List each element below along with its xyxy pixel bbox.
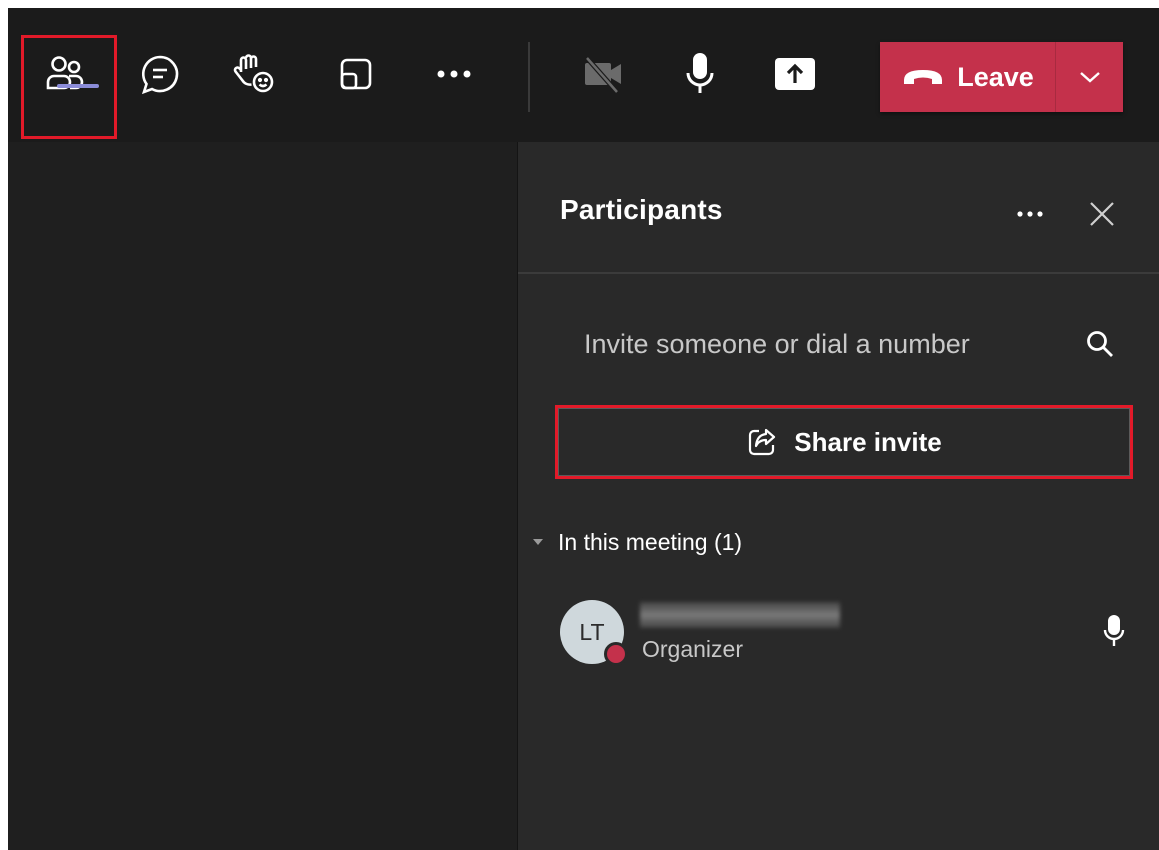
- presence-status-busy-icon: [604, 642, 628, 666]
- phone-hangup-icon: [904, 70, 943, 84]
- breakout-rooms-icon: [340, 58, 372, 90]
- camera-off-icon: [585, 56, 621, 94]
- search-icon[interactable]: [1082, 326, 1118, 362]
- invite-search-input[interactable]: [562, 314, 1062, 374]
- chevron-down-icon: [1079, 72, 1100, 83]
- panel-title: Participants: [560, 194, 723, 225]
- participant-name-redacted: [640, 602, 840, 628]
- section-label: In this meeting (1): [558, 528, 743, 555]
- raise-hand-icon: [233, 54, 274, 93]
- participant-row[interactable]: LT Organizer: [548, 592, 1138, 672]
- panel-more-options-button[interactable]: [1008, 194, 1052, 234]
- more-icon: [1017, 211, 1043, 217]
- participants-panel-header: Participants: [518, 142, 1159, 274]
- leave-button-group: Leave: [880, 42, 1123, 112]
- share-content-button[interactable]: [763, 38, 827, 110]
- more-actions-button[interactable]: [422, 38, 486, 110]
- chat-button[interactable]: [128, 38, 192, 110]
- microphone-toggle-button[interactable]: [668, 38, 732, 110]
- toolbar-divider: [528, 42, 530, 112]
- share-invite-highlight-box: [555, 405, 1133, 479]
- teams-meeting-window: Leave Participants Invite someone or dia…: [8, 8, 1159, 850]
- chat-icon: [141, 55, 179, 95]
- caret-down-icon: [533, 539, 543, 545]
- breakout-rooms-button[interactable]: [324, 38, 388, 110]
- people-highlight-box: [21, 35, 117, 139]
- camera-toggle-button[interactable]: [571, 38, 635, 110]
- participant-role: Organizer: [642, 636, 743, 662]
- meeting-stage: [8, 142, 517, 850]
- share-tray-icon: [775, 58, 815, 90]
- leave-button[interactable]: Leave: [880, 42, 1056, 112]
- close-panel-button[interactable]: [1080, 192, 1124, 236]
- mic-icon: [1103, 615, 1125, 646]
- close-icon: [1090, 202, 1114, 226]
- more-icon: [437, 70, 471, 78]
- in-meeting-section-toggle[interactable]: In this meeting (1): [532, 524, 742, 560]
- participants-panel: Participants Invite someone or dial a nu…: [517, 142, 1159, 850]
- invite-row: [562, 314, 1122, 374]
- participant-mic-button[interactable]: [1096, 610, 1132, 652]
- reactions-button[interactable]: [223, 38, 287, 110]
- meeting-toolbar: Leave: [8, 8, 1159, 142]
- mic-icon: [686, 53, 714, 93]
- leave-label: Leave: [957, 61, 1034, 92]
- avatar-initials: LT: [579, 618, 605, 645]
- leave-options-button[interactable]: [1056, 42, 1123, 112]
